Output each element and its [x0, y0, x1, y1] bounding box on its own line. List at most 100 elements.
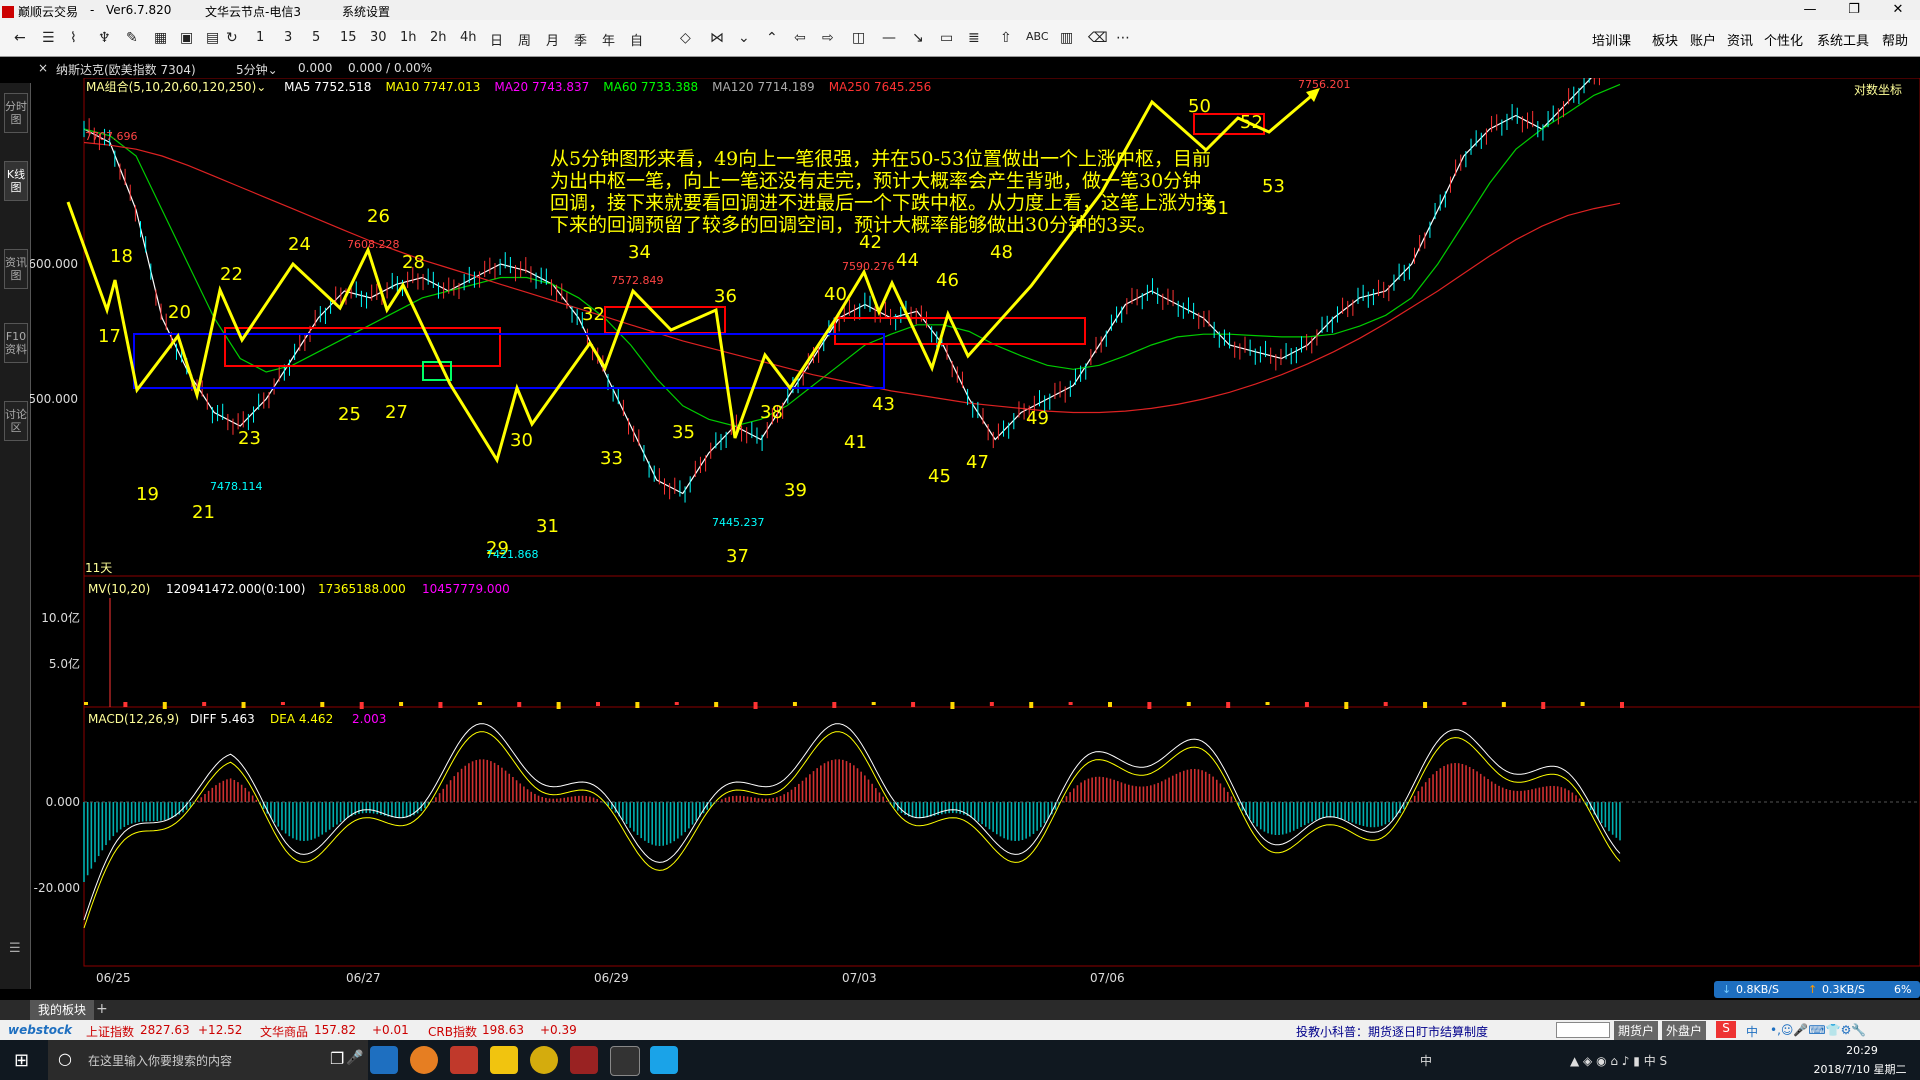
draw-icon[interactable]: ✎ — [126, 30, 138, 46]
back-icon[interactable]: ← — [14, 30, 26, 46]
kline-chart[interactable]: 7600.000 7500.000 17 18 19 20 21 22 23 24 25 26 27 2… — [30, 78, 1920, 1000]
text-tool-icon[interactable]: ABC — [1026, 30, 1049, 43]
wave-label: 38 — [760, 402, 783, 423]
windows-start-icon[interactable]: ⊞ — [14, 1050, 29, 1071]
calculator-icon[interactable] — [610, 1046, 640, 1076]
futures-account-button[interactable]: 期货户 — [1614, 1021, 1659, 1040]
taskbar-search[interactable]: ○ 在这里输入你要搜索的内容 🎤 — [48, 1040, 368, 1080]
menu-1[interactable]: 板块 — [1652, 30, 1678, 49]
save-icon[interactable]: ▣ — [180, 30, 193, 46]
period-11[interactable]: 季 — [574, 30, 587, 49]
clock-time[interactable]: 20:29 — [1812, 1044, 1912, 1057]
ticker-value: 157.82 — [314, 1023, 356, 1037]
close-icon[interactable]: ✕ — [1876, 0, 1920, 20]
period-7[interactable]: 4h — [460, 30, 477, 45]
file-explorer-icon[interactable] — [490, 1046, 518, 1074]
list-icon[interactable]: ☰ — [42, 30, 55, 46]
period-1[interactable]: 3 — [284, 30, 292, 45]
code-input[interactable] — [1556, 1022, 1610, 1038]
ticker-name[interactable]: 上证指数 — [86, 1023, 134, 1040]
layout-icon[interactable]: ◫ — [852, 30, 865, 46]
left-tab-0[interactable]: 分时图 — [4, 93, 28, 133]
ray-icon[interactable]: ↘ — [912, 30, 924, 46]
macd-label[interactable]: MACD(12,26,9) — [88, 712, 179, 726]
log-axis-label[interactable]: 对数坐标 — [1854, 82, 1902, 97]
macd-panel-border — [83, 706, 1920, 967]
edge-icon[interactable] — [370, 1046, 398, 1074]
volume-label[interactable]: MV(10,20) — [88, 582, 150, 596]
more-icon[interactable]: ⋯ — [1116, 30, 1130, 46]
left-tab-1[interactable]: K线图 — [4, 161, 28, 201]
arrow-up-icon[interactable]: ⇧ — [1000, 30, 1012, 46]
zoom-out-icon[interactable]: ⋈ — [710, 30, 724, 46]
ime-lang[interactable]: 中 — [1746, 1023, 1758, 1040]
menu-4[interactable]: 个性化 — [1764, 30, 1803, 49]
period-10[interactable]: 月 — [546, 30, 559, 49]
forex-account-button[interactable]: 外盘户 — [1662, 1021, 1707, 1040]
chevron-up-icon[interactable]: ⌃ — [766, 30, 778, 46]
period-12[interactable]: 年 — [602, 30, 615, 49]
task-view-icon[interactable]: ❐ — [330, 1049, 344, 1068]
wave-label: 25 — [338, 404, 361, 425]
mic-icon[interactable]: 🎤 — [346, 1050, 363, 1066]
arrow-right-icon[interactable]: ⇨ — [822, 30, 834, 46]
hline-icon[interactable]: — — [882, 30, 896, 46]
clock-date[interactable]: 2018/7/10 星期二 — [1800, 1061, 1920, 1077]
menu-list-icon[interactable]: ☰ — [9, 941, 21, 956]
period-0[interactable]: 1 — [256, 30, 264, 45]
period-select[interactable]: 5分钟⌄ — [236, 61, 278, 78]
zoom-in-icon[interactable]: ◇ — [680, 30, 691, 46]
period-5[interactable]: 1h — [400, 30, 417, 45]
menu-5[interactable]: 系统工具 — [1817, 30, 1869, 49]
arrow-left-icon[interactable]: ⇦ — [794, 30, 806, 46]
ime-tools-icon[interactable]: •,☺🎤⌨👕⚙🔧 — [1770, 1023, 1866, 1037]
wenhua-icon[interactable] — [570, 1046, 598, 1074]
ticker-name[interactable]: 文华商品 — [260, 1023, 308, 1040]
period-13[interactable]: 自 — [630, 30, 643, 49]
app-icon[interactable] — [450, 1046, 478, 1074]
tray-lang[interactable]: 中 — [1420, 1052, 1432, 1069]
browser-icon[interactable] — [410, 1046, 438, 1074]
chevron-down-icon[interactable]: ⌄ — [738, 30, 750, 46]
wave-label: 32 — [582, 304, 605, 325]
rect-icon[interactable]: ▭ — [940, 30, 953, 46]
menu-2[interactable]: 账户 — [1690, 30, 1716, 49]
sogou-icon[interactable]: S — [1716, 1021, 1736, 1038]
left-tab-4[interactable]: 讨论区 — [4, 401, 28, 441]
tray-icons[interactable]: ▲ ◈ ◉ ⌂ ♪ ▮ 中 S — [1570, 1052, 1667, 1069]
ticker-tip[interactable]: 投教小科普：期货逐日盯市结算制度 — [1296, 1023, 1488, 1040]
period-8[interactable]: 日 — [490, 30, 503, 49]
wave-label: 52 — [1240, 112, 1263, 133]
instrument-name[interactable]: 纳斯达克(欧美指数 7304) — [56, 61, 196, 78]
close-chart-icon[interactable]: × — [38, 61, 48, 75]
period-9[interactable]: 周 — [518, 30, 531, 49]
media-icon[interactable] — [530, 1046, 558, 1074]
menu-0[interactable]: 培训课 — [1592, 30, 1631, 49]
menu-system-settings[interactable]: 系统设置 — [342, 3, 390, 20]
price-change: 0.000 / 0.00% — [348, 61, 433, 75]
menu-3[interactable]: 资讯 — [1727, 30, 1753, 49]
menu-6[interactable]: 帮助 — [1882, 30, 1908, 49]
minimize-icon[interactable]: — — [1788, 0, 1832, 20]
period-4[interactable]: 30 — [370, 30, 387, 45]
period-6[interactable]: 2h — [430, 30, 447, 45]
bars-icon[interactable]: ▥ — [1060, 30, 1073, 46]
tab-my-sector[interactable]: 我的板块 — [30, 1000, 95, 1020]
left-tab-3[interactable]: F10资料 — [4, 323, 28, 363]
restore-icon[interactable]: ❐ — [1832, 0, 1876, 20]
volume-bar — [1186, 702, 1191, 706]
kline-icon[interactable]: ♆ — [98, 30, 111, 46]
fib-icon[interactable]: ≣ — [968, 30, 980, 46]
ticker-name[interactable]: CRB指数 — [428, 1023, 477, 1040]
grid-icon[interactable]: ▦ — [154, 30, 167, 46]
period-3[interactable]: 15 — [340, 30, 357, 45]
add-tab-button[interactable]: + — [96, 1001, 108, 1017]
eraser-icon[interactable]: ⌫ — [1088, 30, 1108, 46]
refresh-icon[interactable]: ↻ — [226, 30, 238, 46]
period-2[interactable]: 5 — [312, 30, 320, 45]
bottom-tab-bar: 我的板块 + — [0, 1000, 1920, 1020]
chart-icon[interactable]: ▤ — [206, 30, 219, 46]
left-tab-2[interactable]: 资讯图 — [4, 249, 28, 289]
line-chart-icon[interactable]: ⌇ — [70, 30, 77, 46]
word-icon[interactable] — [650, 1046, 678, 1074]
